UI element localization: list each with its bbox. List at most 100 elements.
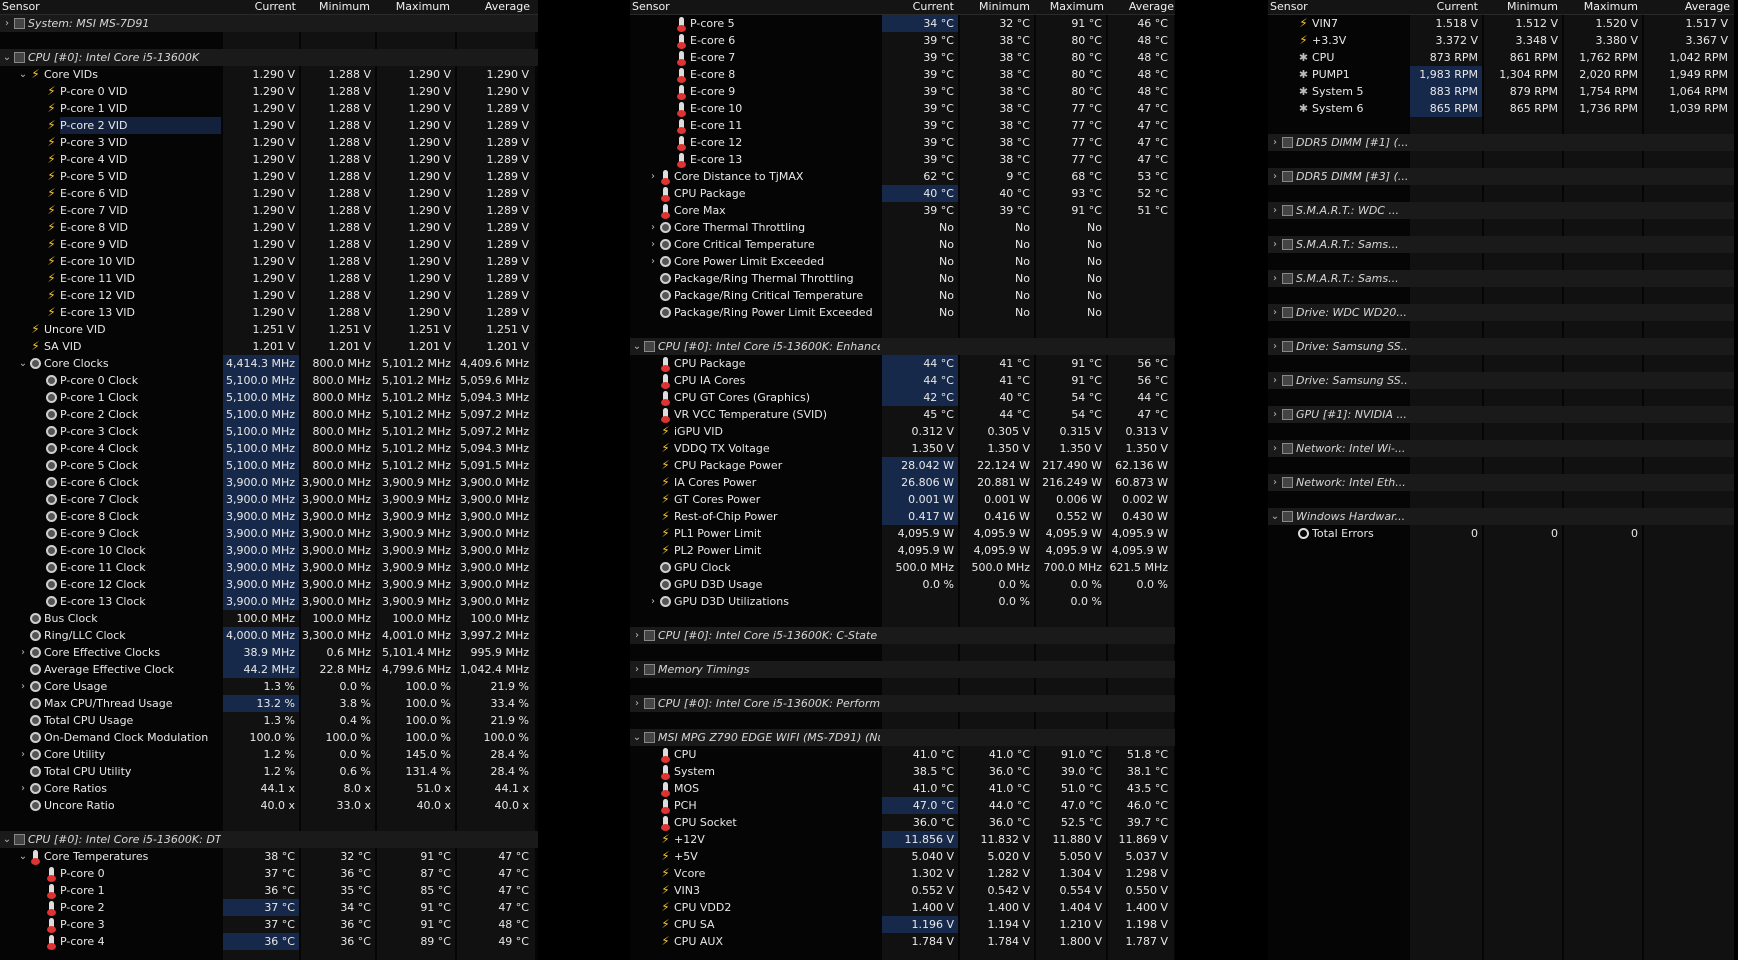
expand-arrow-icon[interactable]: › bbox=[648, 253, 658, 270]
collapse-arrow-icon[interactable]: ⌄ bbox=[2, 49, 12, 66]
sensor-row[interactable]: › Core Thermal Throttling No No No bbox=[630, 219, 1175, 236]
sensor-row[interactable]: ⚡ Rest-of-Chip Power 0.417 W 0.416 W 0.552 W… bbox=[630, 508, 1175, 525]
header-current[interactable]: Current bbox=[1410, 0, 1478, 14]
sensor-row[interactable]: ✱ CPU 873 RPM 861 RPM 1,762 RPM 1,042 RPM bbox=[1268, 49, 1734, 66]
sensor-row[interactable]: ⌄ Core Temperatures 38 °C 32 °C 91 °C 47 °C bbox=[0, 848, 538, 865]
sensor-row[interactable]: ⚡ P-core 3 VID 1.290 V 1.288 V 1.290 V 1.289 … bbox=[0, 134, 538, 151]
sensor-row[interactable]: Total CPU Utility 1.2 % 0.6 % 131.4 % 28.4 % bbox=[0, 763, 538, 780]
sensor-row[interactable]: System 38.5 °C 36.0 °C 39.0 °C 38.1 °C bbox=[630, 763, 1175, 780]
expand-arrow-icon[interactable]: › bbox=[1270, 202, 1280, 219]
expand-arrow-icon[interactable]: › bbox=[1270, 134, 1280, 151]
sensor-row[interactable]: ⚡ CPU VDD2 1.400 V 1.400 V 1.404 V 1.400 V bbox=[630, 899, 1175, 916]
expand-arrow-icon[interactable]: › bbox=[648, 593, 658, 610]
sensor-row[interactable]: Package/Ring Critical Temperature No No No bbox=[630, 287, 1175, 304]
sensor-group[interactable]: › Network: Intel Wi-... bbox=[1268, 440, 1734, 457]
expand-arrow-icon[interactable]: › bbox=[648, 236, 658, 253]
sensor-row[interactable]: ⚡ P-core 5 VID 1.290 V 1.288 V 1.290 V 1.289 … bbox=[0, 168, 538, 185]
sensor-row[interactable]: › Core Effective Clocks 38.9 MHz 0.6 MHz 5,1… bbox=[0, 644, 538, 661]
sensor-row[interactable]: › Core Critical Temperature No No No bbox=[630, 236, 1175, 253]
sensor-row[interactable]: › Core Utility 1.2 % 0.0 % 145.0 % 28.4 % bbox=[0, 746, 538, 763]
sensor-row[interactable]: ⚡ E-core 8 VID 1.290 V 1.288 V 1.290 V 1.289 … bbox=[0, 219, 538, 236]
header-current[interactable]: Current bbox=[224, 0, 296, 14]
sensor-row[interactable]: E-core 13 39 °C 38 °C 77 °C 47 °C bbox=[630, 151, 1175, 168]
sensor-row[interactable]: CPU 41.0 °C 41.0 °C 91.0 °C 51.8 °C bbox=[630, 746, 1175, 763]
sensor-row[interactable]: ⚡ SA VID 1.201 V 1.201 V 1.201 V 1.201 V bbox=[0, 338, 538, 355]
sensor-group[interactable]: › Network: Intel Eth... bbox=[1268, 474, 1734, 491]
sensor-row[interactable]: ⚡ P-core 0 VID 1.290 V 1.288 V 1.290 V 1.290 … bbox=[0, 83, 538, 100]
sensor-row[interactable]: CPU IA Cores 44 °C 41 °C 91 °C 56 °C bbox=[630, 372, 1175, 389]
sensor-group[interactable]: › S.M.A.R.T.: Sams... bbox=[1268, 270, 1734, 287]
sensor-row[interactable]: › Core Usage 1.3 % 0.0 % 100.0 % 21.9 % bbox=[0, 678, 538, 695]
sensor-row[interactable]: P-core 5 34 °C 32 °C 91 °C 46 °C bbox=[630, 15, 1175, 32]
sensor-row[interactable]: ✱ System 5 883 RPM 879 RPM 1,754 RPM 1,064 RP… bbox=[1268, 83, 1734, 100]
sensor-row[interactable]: ⚡ E-core 6 VID 1.290 V 1.288 V 1.290 V 1.289 … bbox=[0, 185, 538, 202]
sensor-row[interactable]: ⚡ VDDQ TX Voltage 1.350 V 1.350 V 1.350 V 1.3… bbox=[630, 440, 1175, 457]
sensor-row[interactable]: › GPU D3D Utilizations 0.0 % 0.0 % bbox=[630, 593, 1175, 610]
sensor-row[interactable]: ⚡ E-core 10 VID 1.290 V 1.288 V 1.290 V 1.289… bbox=[0, 253, 538, 270]
sensor-row[interactable]: Total CPU Usage 1.3 % 0.4 % 100.0 % 21.9 % bbox=[0, 712, 538, 729]
sensor-row[interactable]: P-core 3 Clock 5,100.0 MHz 800.0 MHz 5,101.… bbox=[0, 423, 538, 440]
header-sensor[interactable]: Sensor bbox=[2, 0, 40, 14]
sensor-row[interactable]: ⚡ P-core 4 VID 1.290 V 1.288 V 1.290 V 1.289 … bbox=[0, 151, 538, 168]
sensor-row[interactable]: Max CPU/Thread Usage 13.2 % 3.8 % 100.0 % 33… bbox=[0, 695, 538, 712]
sensor-group[interactable]: ⌄ CPU [#0]: Intel Core i5-13600K: Enhance… bbox=[630, 338, 1175, 355]
sensor-row[interactable]: E-core 10 39 °C 38 °C 77 °C 47 °C bbox=[630, 100, 1175, 117]
header-maximum[interactable]: Maximum bbox=[1036, 0, 1104, 14]
header-sensor[interactable]: Sensor bbox=[632, 0, 670, 14]
sensor-group[interactable]: ⌄ MSI MPG Z790 EDGE WIFI (MS-7D91) (Nu... bbox=[630, 729, 1175, 746]
expand-arrow-icon[interactable]: › bbox=[1270, 440, 1280, 457]
header-maximum[interactable]: Maximum bbox=[1564, 0, 1638, 14]
sensor-group[interactable]: ⌄ CPU [#0]: Intel Core i5-13600K: DTS bbox=[0, 831, 538, 848]
sensor-row[interactable]: P-core 1 36 °C 35 °C 85 °C 47 °C bbox=[0, 882, 538, 899]
sensor-row[interactable]: ✱ PUMP1 1,983 RPM 1,304 RPM 2,020 RPM 1,949 R… bbox=[1268, 66, 1734, 83]
header-current[interactable]: Current bbox=[884, 0, 954, 14]
sensor-row[interactable]: › Core Ratios 44.1 x 8.0 x 51.0 x 44.1 x bbox=[0, 780, 538, 797]
sensor-row[interactable]: E-core 13 Clock 3,900.0 MHz 3,900.0 MHz 3,9… bbox=[0, 593, 538, 610]
expand-arrow-icon[interactable]: › bbox=[1270, 474, 1280, 491]
sensor-row[interactable]: E-core 9 39 °C 38 °C 80 °C 48 °C bbox=[630, 83, 1175, 100]
header-minimum[interactable]: Minimum bbox=[302, 0, 370, 14]
sensor-row[interactable]: On-Demand Clock Modulation 100.0 % 100.0 %… bbox=[0, 729, 538, 746]
sensor-group[interactable]: › System: MSI MS-7D91 bbox=[0, 15, 538, 32]
sensor-row[interactable]: PCH 47.0 °C 44.0 °C 47.0 °C 46.0 °C bbox=[630, 797, 1175, 814]
sensor-row[interactable]: ⌄ Core Clocks 4,414.3 MHz 800.0 MHz 5,101.2 … bbox=[0, 355, 538, 372]
collapse-arrow-icon[interactable]: ⌄ bbox=[18, 848, 28, 865]
expand-arrow-icon[interactable]: › bbox=[1270, 270, 1280, 287]
collapse-arrow-icon[interactable]: ⌄ bbox=[2, 831, 12, 848]
header-average[interactable]: Average bbox=[1112, 0, 1174, 14]
header-minimum[interactable]: Minimum bbox=[1484, 0, 1558, 14]
header-maximum[interactable]: Maximum bbox=[378, 0, 450, 14]
sensor-row[interactable]: ⚡ iGPU VID 0.312 V 0.305 V 0.315 V 0.313 V bbox=[630, 423, 1175, 440]
sensor-group[interactable]: › S.M.A.R.T.: Sams... bbox=[1268, 236, 1734, 253]
sensor-row[interactable]: Package/Ring Power Limit Exceeded No No No bbox=[630, 304, 1175, 321]
sensor-row[interactable]: E-core 8 Clock 3,900.0 MHz 3,900.0 MHz 3,90… bbox=[0, 508, 538, 525]
sensor-row[interactable]: ⚡ P-core 1 VID 1.290 V 1.288 V 1.290 V 1.289 … bbox=[0, 100, 538, 117]
sensor-group[interactable]: › CPU [#0]: Intel Core i5-13600K: C-State… bbox=[630, 627, 1175, 644]
expand-arrow-icon[interactable]: › bbox=[18, 644, 28, 661]
sensor-row[interactable]: MOS 41.0 °C 41.0 °C 51.0 °C 43.5 °C bbox=[630, 780, 1175, 797]
sensor-row[interactable]: P-core 0 37 °C 36 °C 87 °C 47 °C bbox=[0, 865, 538, 882]
sensor-row[interactable]: ⚡ +5V 5.040 V 5.020 V 5.050 V 5.037 V bbox=[630, 848, 1175, 865]
sensor-group[interactable]: › S.M.A.R.T.: WDC ... bbox=[1268, 202, 1734, 219]
sensor-row[interactable]: Package/Ring Thermal Throttling No No No bbox=[630, 270, 1175, 287]
expand-arrow-icon[interactable]: › bbox=[1270, 168, 1280, 185]
sensor-row[interactable]: Bus Clock 100.0 MHz 100.0 MHz 100.0 MHz 100.… bbox=[0, 610, 538, 627]
sensor-row[interactable]: ⚡ VIN3 0.552 V 0.542 V 0.554 V 0.550 V bbox=[630, 882, 1175, 899]
sensor-row[interactable]: E-core 12 Clock 3,900.0 MHz 3,900.0 MHz 3,9… bbox=[0, 576, 538, 593]
sensor-row[interactable]: CPU Socket 36.0 °C 36.0 °C 52.5 °C 39.7 °C bbox=[630, 814, 1175, 831]
sensor-row[interactable]: Uncore Ratio 40.0 x 33.0 x 40.0 x 40.0 x bbox=[0, 797, 538, 814]
sensor-row[interactable]: CPU Package 40 °C 40 °C 93 °C 52 °C bbox=[630, 185, 1175, 202]
sensor-row[interactable]: ⚡ Vcore 1.302 V 1.282 V 1.304 V 1.298 V bbox=[630, 865, 1175, 882]
sensor-row[interactable]: Total Errors 0 0 0 bbox=[1268, 525, 1734, 542]
sensor-row[interactable]: ⚡ VIN7 1.518 V 1.512 V 1.520 V 1.517 V bbox=[1268, 15, 1734, 32]
sensor-group[interactable]: ⌄ Windows Hardwar... bbox=[1268, 508, 1734, 525]
sensor-row[interactable]: ⚡ IA Cores Power 26.806 W 20.881 W 216.249 W… bbox=[630, 474, 1175, 491]
sensor-row[interactable]: Ring/LLC Clock 4,000.0 MHz 3,300.0 MHz 4,00… bbox=[0, 627, 538, 644]
expand-arrow-icon[interactable]: › bbox=[18, 780, 28, 797]
sensor-row[interactable]: ⚡ E-core 9 VID 1.290 V 1.288 V 1.290 V 1.289 … bbox=[0, 236, 538, 253]
sensor-row[interactable]: P-core 5 Clock 5,100.0 MHz 800.0 MHz 5,101.… bbox=[0, 457, 538, 474]
sensor-row[interactable]: ⚡ E-core 7 VID 1.290 V 1.288 V 1.290 V 1.289 … bbox=[0, 202, 538, 219]
sensor-row[interactable]: VR VCC Temperature (SVID) 45 °C 44 °C 54 °C… bbox=[630, 406, 1175, 423]
header-average[interactable]: Average bbox=[456, 0, 530, 14]
expand-arrow-icon[interactable]: › bbox=[632, 695, 642, 712]
